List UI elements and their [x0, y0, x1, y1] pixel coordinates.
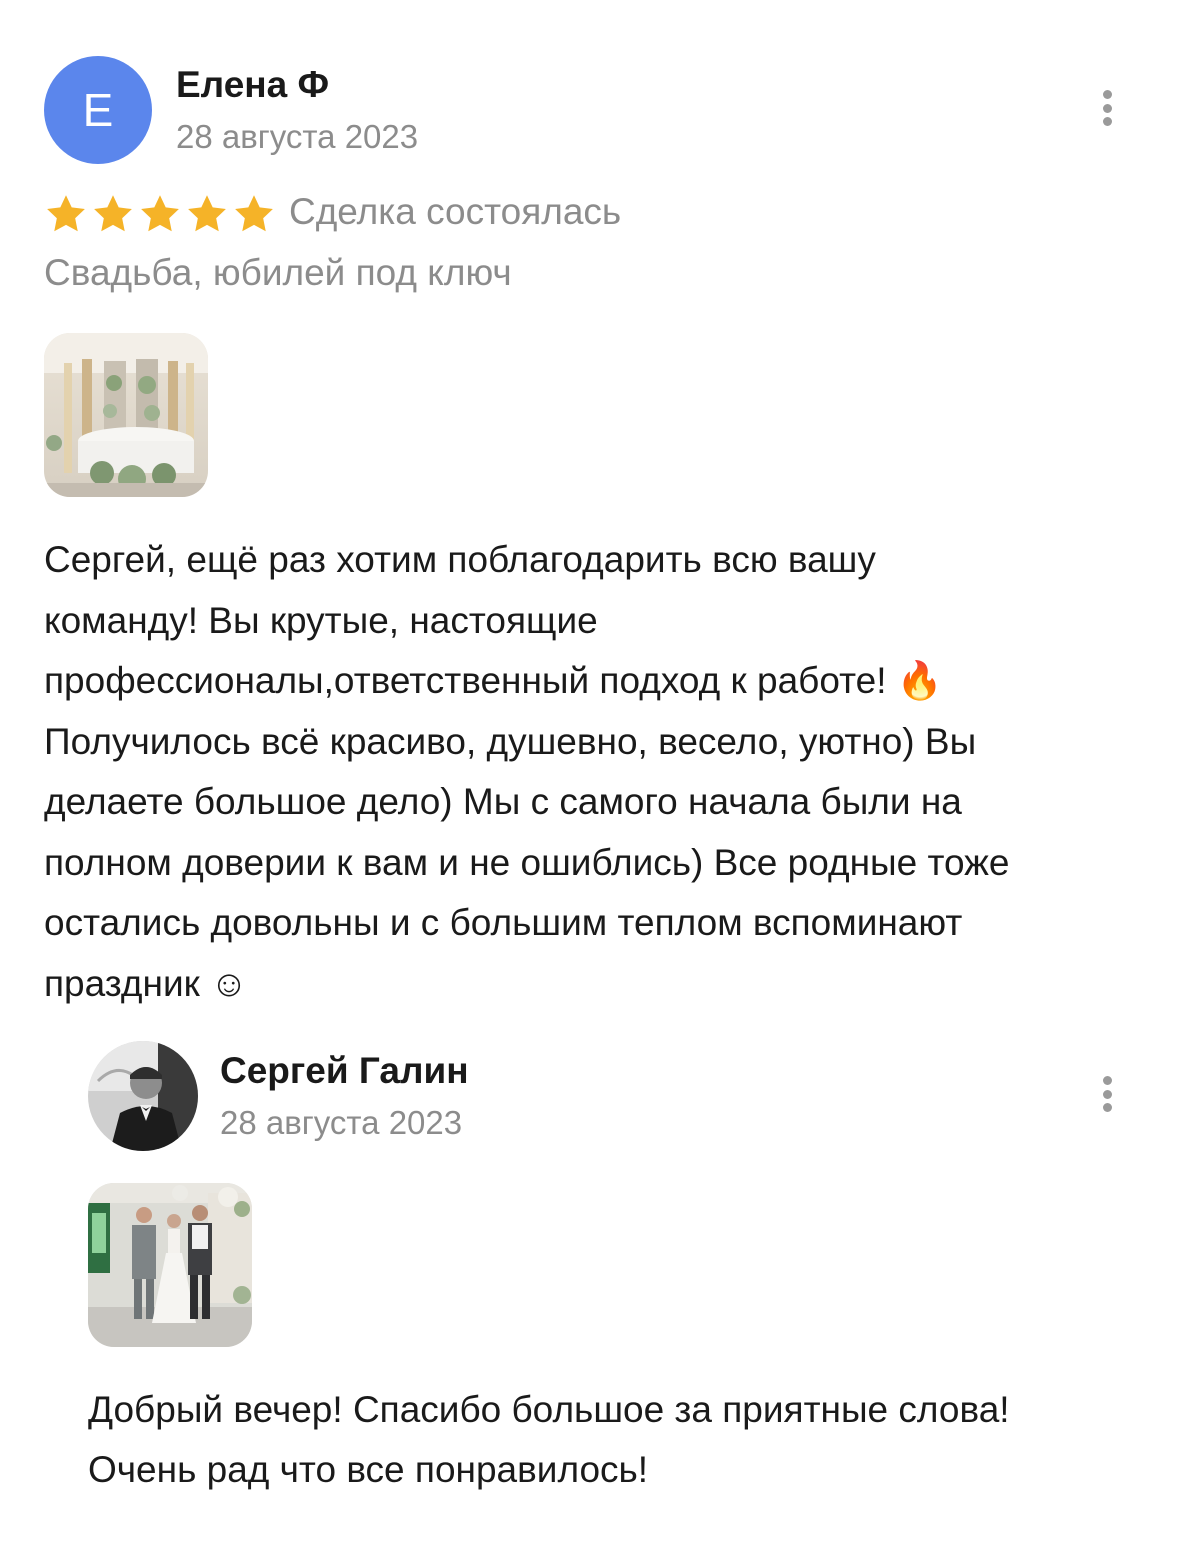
wedding-couple-image — [88, 1183, 252, 1347]
more-vertical-icon — [1102, 1076, 1112, 1085]
reply-photo[interactable] — [88, 1183, 252, 1347]
more-dot — [1102, 103, 1112, 113]
reviewer-name: Елена Ф — [176, 64, 330, 105]
reply-text: Добрый вечер! Спасибо большое за приятны… — [88, 1389, 1010, 1490]
rating-stars — [44, 192, 276, 236]
more-dot — [1102, 117, 1112, 126]
service-name: Свадьба, юбилей под ключ — [44, 252, 512, 293]
more-dot — [1102, 1103, 1112, 1112]
owner-avatar — [88, 1041, 198, 1151]
reply-date: 28 августа 2023 — [220, 1104, 463, 1141]
venue-decor-image — [44, 333, 208, 497]
star-icon — [141, 195, 179, 232]
more-dot — [1102, 1089, 1112, 1099]
review-photo[interactable] — [44, 333, 208, 497]
review-more-button[interactable] — [1093, 84, 1121, 132]
review-date: 28 августа 2023 — [176, 118, 419, 155]
owner-name: Сергей Галин — [220, 1050, 469, 1091]
star-icon — [188, 195, 226, 232]
more-vertical-icon — [1102, 90, 1112, 99]
star-icon — [235, 195, 273, 232]
deal-status: Сделка состоялась — [289, 191, 622, 232]
reply-more-button[interactable] — [1093, 1070, 1121, 1118]
star-icon — [47, 195, 85, 232]
owner-photo-image — [88, 1041, 198, 1151]
reviewer-avatar: Е — [44, 56, 152, 164]
review-text: Сергей, ещё раз хотим поблагодарить всю … — [44, 539, 1010, 1004]
star-icon — [94, 195, 132, 232]
